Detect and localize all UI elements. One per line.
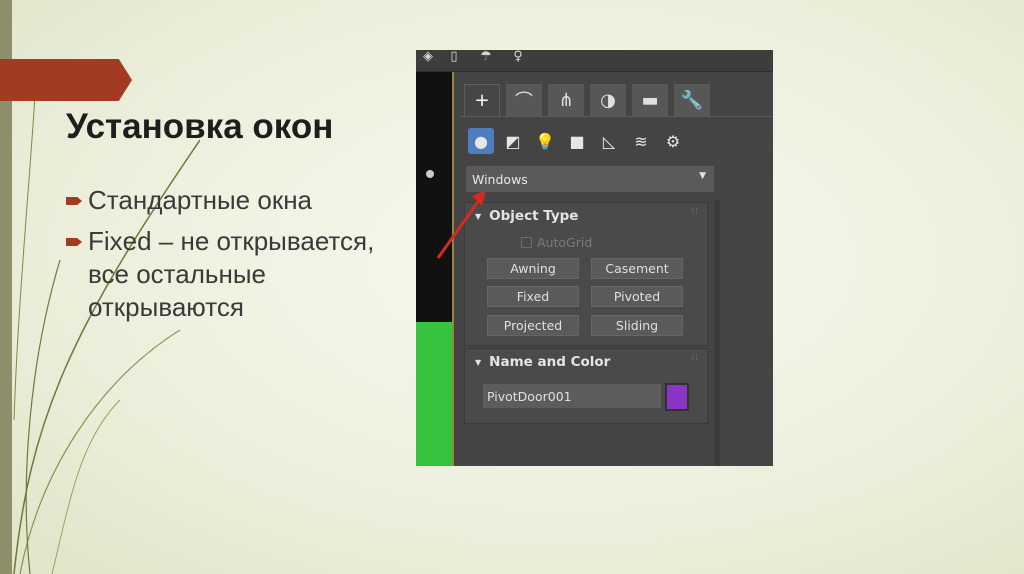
bullet-item: Fixed – не открывается, все остальные от…	[66, 225, 386, 324]
bullet-text: Стандартные окна	[88, 185, 313, 215]
cameras-icon[interactable]: ■	[564, 128, 590, 154]
tab-utilities[interactable]: 🔧	[674, 84, 710, 116]
drag-handle-icon[interactable]: ⁞⁞	[691, 207, 699, 217]
awning-button[interactable]: Awning	[487, 258, 579, 279]
projected-button[interactable]: Projected	[487, 315, 579, 336]
viewport[interactable]	[416, 72, 454, 466]
bullet-text: Fixed – не открывается, все остальные от…	[88, 226, 375, 322]
toolbar-icon[interactable]: ☂	[478, 50, 494, 64]
object-color-swatch[interactable]	[665, 383, 689, 411]
name-and-color-rollout: ▼ Name and Color ⁞⁞ PivotDoor001	[464, 348, 708, 424]
dropdown-value: Windows	[472, 171, 528, 187]
object-type-header[interactable]: ▼ Object Type	[465, 203, 707, 229]
shapes-icon[interactable]: ◩	[500, 128, 526, 154]
geometry-sphere-icon[interactable]: ●	[468, 128, 494, 154]
fixed-button[interactable]: Fixed	[487, 286, 579, 307]
lights-icon[interactable]: 💡	[532, 128, 558, 154]
panel-scrollbar[interactable]	[714, 200, 720, 466]
motion-icon: ◑	[600, 89, 616, 111]
tab-hierarchy[interactable]: ⋔	[548, 84, 584, 116]
drag-handle-icon[interactable]: ⁞⁞	[691, 353, 699, 363]
collapse-triangle-icon: ▼	[475, 357, 482, 367]
bullet-arrow-icon	[66, 225, 88, 255]
display-icon: ▬	[641, 89, 659, 111]
chevron-down-icon: ▼	[699, 171, 706, 181]
command-panel: + ⌒ ⋔ ◑ ▬ 🔧 ● ◩ 💡 ■ ◺ ≋ ⚙ Windows ▼ ▼ Ob…	[460, 78, 773, 466]
utilities-wrench-icon: 🔧	[680, 89, 704, 111]
name-and-color-header[interactable]: ▼ Name and Color	[465, 349, 707, 375]
title-accent-arrow	[0, 59, 132, 101]
viewport-ground	[416, 322, 452, 466]
toolbar-icon[interactable]: ♀	[510, 50, 526, 64]
spacewarps-icon[interactable]: ≋	[628, 128, 654, 154]
systems-icon[interactable]: ⚙	[660, 128, 686, 154]
toolbar-icon[interactable]: ▯	[446, 50, 462, 64]
tab-modify[interactable]: ⌒	[506, 84, 542, 116]
bullet-list: Стандартные окна Fixed – не открывается,…	[66, 184, 386, 332]
tab-display[interactable]: ▬	[632, 84, 668, 116]
modify-curve-icon: ⌒	[515, 91, 533, 112]
sliding-button[interactable]: Sliding	[591, 315, 683, 336]
autogrid-label: AutoGrid	[537, 235, 593, 250]
casement-button[interactable]: Casement	[591, 258, 683, 279]
rollout-title: Name and Color	[489, 354, 611, 370]
object-name-field[interactable]: PivotDoor001	[483, 384, 661, 408]
create-plus-icon: +	[474, 90, 490, 111]
slide-title: Установка окон	[66, 107, 334, 146]
helpers-icon[interactable]: ◺	[596, 128, 622, 154]
tab-motion[interactable]: ◑	[590, 84, 626, 116]
tabs-divider	[460, 116, 773, 117]
tab-create[interactable]: +	[464, 84, 500, 116]
viewport-object	[426, 170, 434, 178]
rollout-title: Object Type	[489, 208, 579, 224]
bullet-item: Стандартные окна	[66, 184, 386, 217]
checkbox-box	[521, 237, 532, 248]
max-command-panel-screenshot: ◈ ▯ ☂ ♀ + ⌒ ⋔ ◑ ▬ 🔧 ● ◩ 💡 ■ ◺ ≋ ⚙ Window…	[416, 50, 773, 466]
toolbar-icon[interactable]: ◈	[420, 50, 436, 64]
object-category-dropdown[interactable]: Windows ▼	[466, 166, 714, 192]
collapse-triangle-icon: ▼	[475, 211, 482, 221]
pivoted-button[interactable]: Pivoted	[591, 286, 683, 307]
toolbar-strip: ◈ ▯ ☂ ♀	[416, 50, 773, 72]
bullet-arrow-icon	[66, 184, 88, 214]
autogrid-checkbox[interactable]: AutoGrid	[521, 235, 592, 250]
object-type-rollout: ▼ Object Type ⁞⁞ AutoGrid Awning Casemen…	[464, 202, 708, 346]
hierarchy-icon: ⋔	[558, 89, 574, 111]
